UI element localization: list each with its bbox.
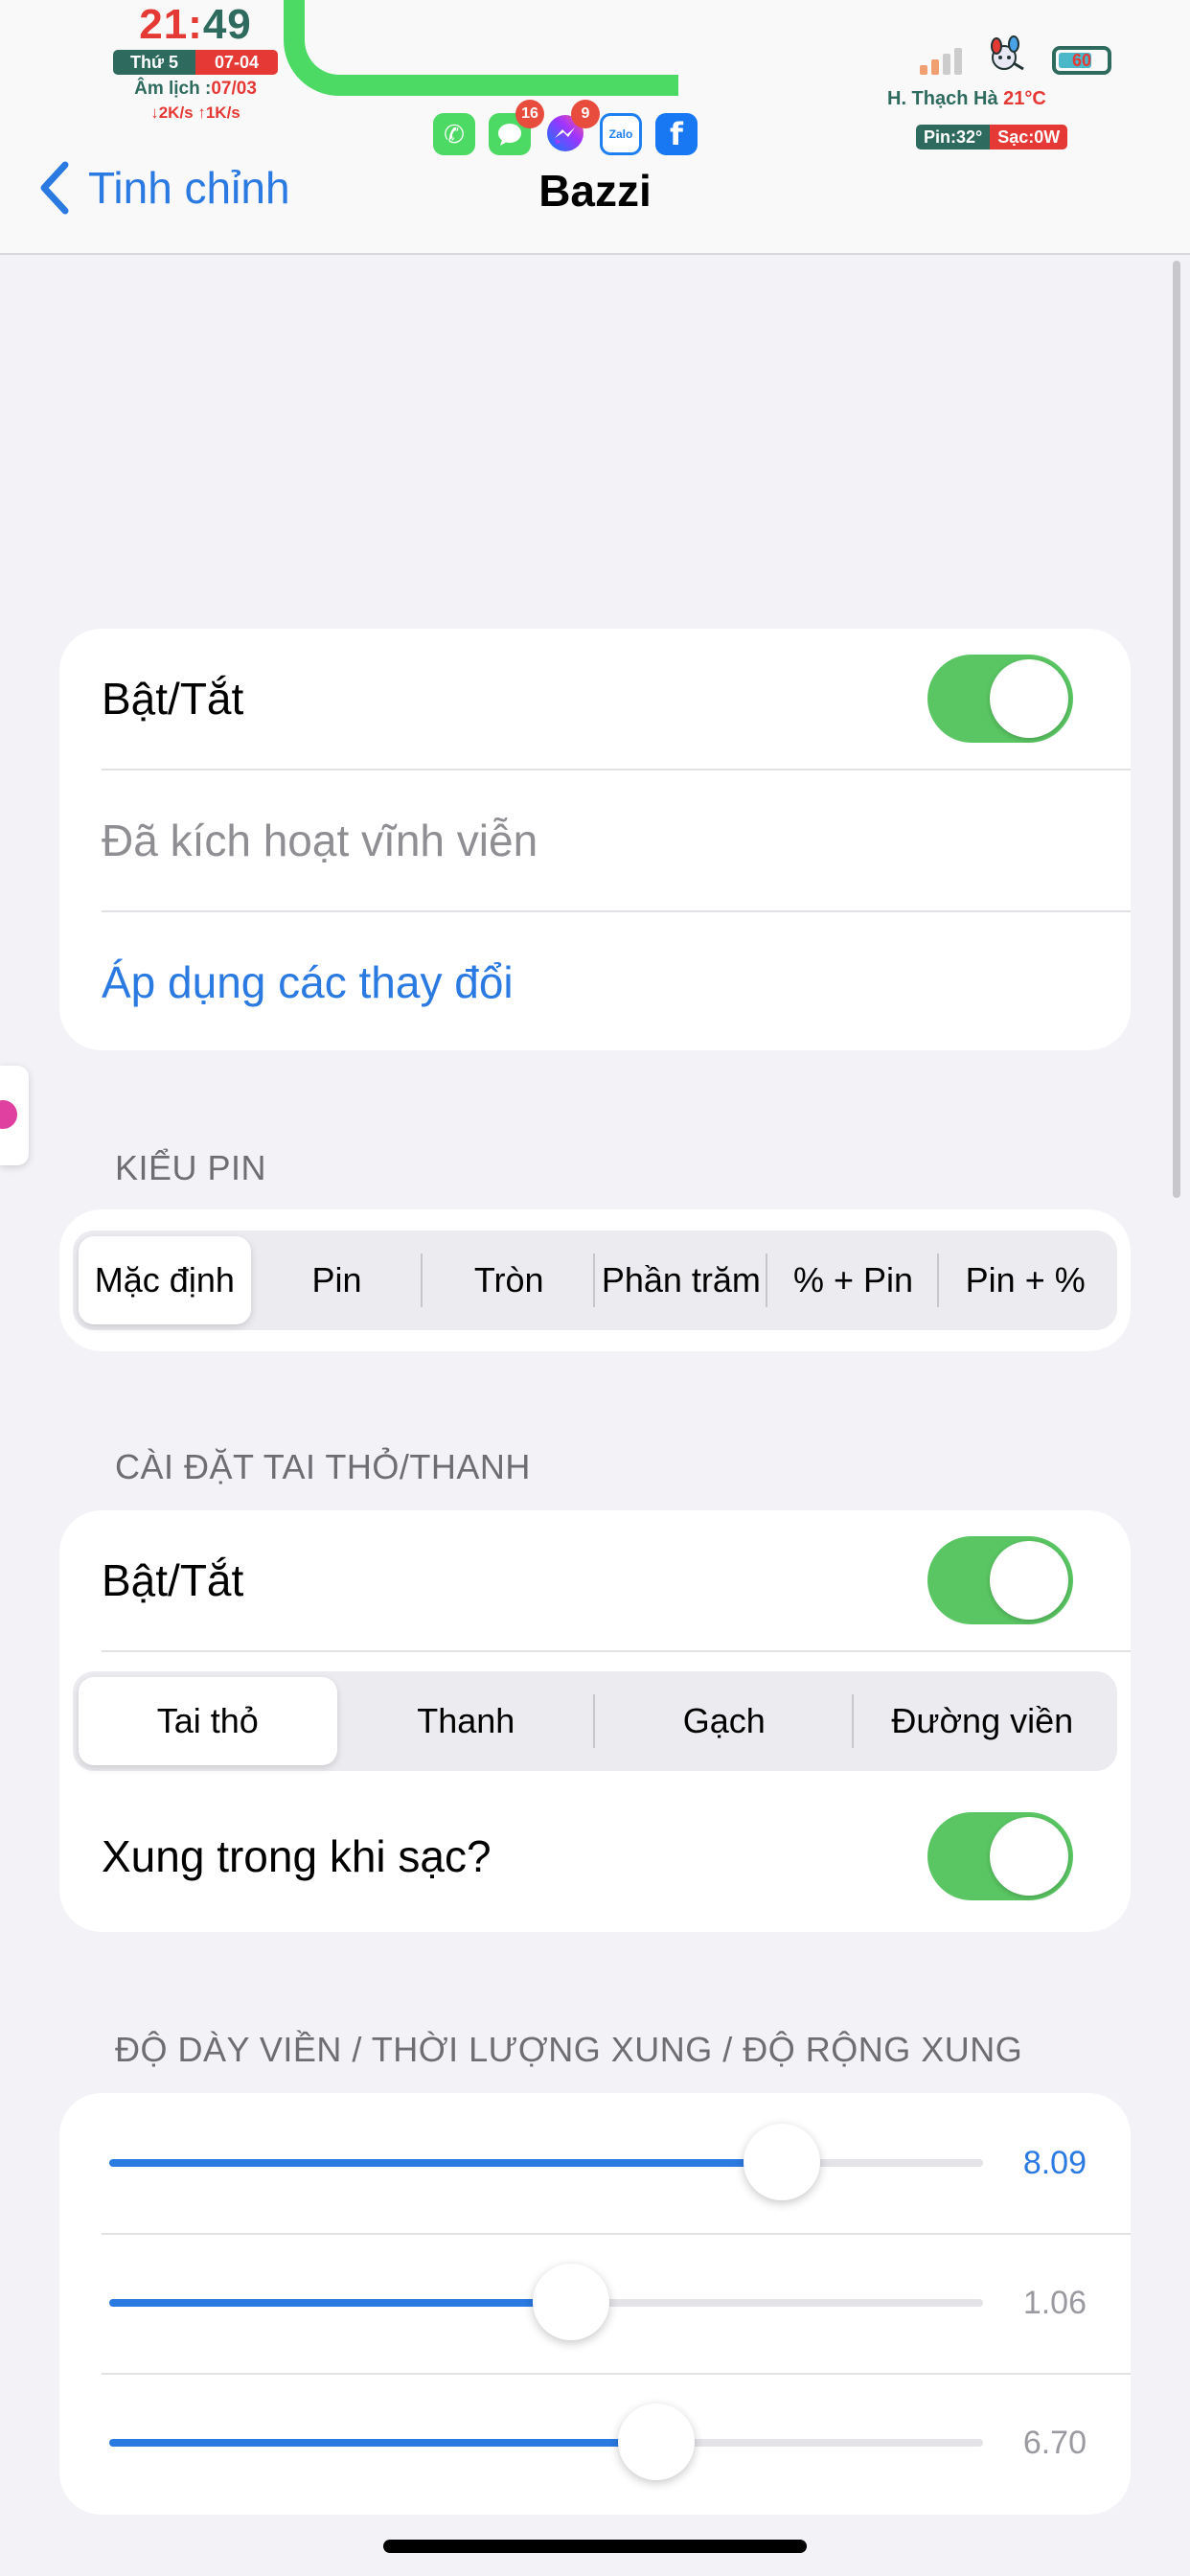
clock-minutes: 49	[202, 1, 252, 48]
segment-label: Mặc định	[94, 1260, 235, 1300]
zalo-app-icon[interactable]: Zalo	[600, 113, 642, 155]
segment-default[interactable]: Mặc định	[79, 1236, 251, 1324]
sliders-card: 8.09 1.06 6.70	[59, 2093, 1131, 2515]
border-thickness-slider-row: 8.09	[59, 2093, 1131, 2233]
segment-round[interactable]: Tròn	[423, 1236, 596, 1324]
toggle-knob	[990, 1817, 1068, 1896]
battery-style-segmented-control: Mặc định Pin Tròn Phần trăm % + Pin Pin …	[73, 1230, 1117, 1330]
border-thickness-value: 8.09	[1022, 2145, 1087, 2181]
day-of-week: Thứ 5	[113, 50, 195, 75]
slider-thumb[interactable]	[617, 2404, 695, 2480]
segment-percent-battery[interactable]: % + Pin	[767, 1236, 940, 1324]
pulse-charging-toggle[interactable]	[927, 1812, 1073, 1900]
segment-label: Gạch	[682, 1701, 766, 1740]
segment-percent[interactable]: Phần trăm	[595, 1236, 767, 1324]
phone-app-icon[interactable]: ✆	[433, 113, 475, 155]
segment-notch[interactable]: Tai thỏ	[79, 1677, 337, 1765]
battery-style-card: Mặc định Pin Tròn Phần trăm % + Pin Pin …	[59, 1209, 1131, 1351]
slider-track[interactable]	[109, 2159, 983, 2167]
date-text: 07-04	[195, 50, 278, 75]
weather-info: H. Thạch Hà 21°C	[887, 88, 1046, 110]
notch-settings-card: Bật/Tắt Tai thỏ Thanh Gạch Đường viền Xu…	[59, 1510, 1131, 1932]
battery-stats: Pin:32° Sạc:0W	[916, 125, 1068, 150]
slider-fill	[109, 2299, 571, 2307]
activation-status-row: Đã kích hoạt vĩnh viễn	[102, 770, 1131, 910]
lunar-date: Âm lịch :07/03	[113, 79, 278, 100]
slider-fill	[109, 2159, 783, 2167]
segment-dash[interactable]: Gạch	[595, 1677, 854, 1765]
weather-temperature: 21°C	[1003, 88, 1046, 109]
main-toggle-row: Bật/Tắt	[102, 629, 1131, 769]
notch-toggle-label: Bật/Tắt	[102, 1555, 244, 1605]
slider-track[interactable]	[109, 2439, 983, 2447]
segment-label: % + Pin	[792, 1260, 914, 1300]
main-settings-card: Bật/Tắt Đã kích hoạt vĩnh viễn Áp dụng c…	[59, 629, 1131, 1050]
assistive-dot-icon	[0, 1100, 17, 1129]
notification-apps: ✆ 16 9 Zalo f	[433, 100, 698, 155]
slider-thumb[interactable]	[744, 2124, 821, 2200]
divider	[102, 1650, 1131, 1652]
toggle-knob	[990, 1541, 1068, 1620]
pulse-width-slider-row: 6.70	[59, 2373, 1131, 2513]
battery-temperature: Pin:32°	[916, 125, 991, 150]
pulse-duration-value: 1.06	[1022, 2285, 1087, 2321]
clock-widget: 21:49 Thứ 5 07-04 Âm lịch :07/03 ↓2K/s ↑…	[113, 0, 278, 123]
signal-strength-icon	[920, 48, 962, 75]
segment-label: Đường viền	[891, 1701, 1074, 1740]
weather-location: H. Thạch Hà	[887, 88, 998, 109]
pulse-charging-row: Xung trong khi sạc?	[102, 1786, 1131, 1926]
floating-side-handle[interactable]	[0, 1066, 29, 1165]
slider-thumb[interactable]	[532, 2264, 609, 2340]
battery-style-section-title: KIỂU PIN	[115, 1148, 267, 1187]
lunar-label: Âm lịch :	[134, 79, 212, 99]
slider-fill	[109, 2439, 656, 2447]
segment-label: Tròn	[473, 1260, 544, 1300]
segment-label: Pin + %	[965, 1260, 1086, 1300]
segment-battery[interactable]: Pin	[251, 1236, 423, 1324]
segment-outline[interactable]: Đường viền	[854, 1677, 1112, 1765]
mascot-icon	[991, 35, 1024, 71]
lunar-date-value: 07/03	[211, 79, 257, 99]
scroll-indicator[interactable]	[1173, 261, 1180, 1198]
segment-bar[interactable]: Thanh	[337, 1677, 595, 1765]
segment-label: Phần trăm	[601, 1260, 761, 1300]
activation-status-text: Đã kích hoạt vĩnh viễn	[102, 816, 538, 865]
sliders-section-title: ĐỘ DÀY VIỀN / THỜI LƯỢNG XUNG / ĐỘ RỘNG …	[115, 2030, 1023, 2069]
segment-battery-percent[interactable]: Pin + %	[939, 1236, 1111, 1324]
date-bar: Thứ 5 07-04	[113, 50, 278, 75]
segment-label: Thanh	[417, 1701, 515, 1740]
messages-app-icon[interactable]: 16	[489, 100, 544, 155]
messenger-badge: 9	[571, 100, 600, 128]
pulse-duration-slider-row: 1.06	[59, 2233, 1131, 2373]
apply-changes-link[interactable]: Áp dụng các thay đổi	[102, 912, 514, 1052]
battery-level: 60	[1071, 51, 1092, 70]
pulse-charging-label: Xung trong khi sạc?	[102, 1831, 492, 1881]
segment-label: Pin	[311, 1260, 362, 1300]
home-indicator[interactable]	[383, 2540, 807, 2553]
facebook-app-icon[interactable]: f	[655, 113, 698, 155]
notch-style-segmented-control: Tai thỏ Thanh Gạch Đường viền	[73, 1671, 1117, 1771]
main-toggle-label: Bật/Tắt	[102, 674, 244, 724]
navigation-header: 21:49 Thứ 5 07-04 Âm lịch :07/03 ↓2K/s ↑…	[0, 0, 1190, 255]
battery-icon: 60	[1052, 46, 1111, 75]
main-toggle-switch[interactable]	[927, 655, 1073, 743]
apply-changes-row[interactable]: Áp dụng các thay đổi	[102, 912, 1131, 1052]
notch-toggle-switch[interactable]	[927, 1536, 1073, 1624]
pulse-width-value: 6.70	[1022, 2425, 1087, 2461]
toggle-knob	[990, 659, 1068, 738]
clock-hours: 21	[139, 1, 189, 48]
messages-badge: 16	[515, 100, 544, 128]
segment-label: Tai thỏ	[156, 1701, 259, 1740]
page-title: Bazzi	[538, 166, 652, 216]
charge-power: Sạc:0W	[990, 125, 1068, 150]
notch-outline-decoration	[284, 0, 678, 96]
notch-toggle-row: Bật/Tắt	[102, 1510, 1131, 1650]
messenger-app-icon[interactable]: 9	[544, 100, 600, 155]
network-speed: ↓2K/s ↑1K/s	[150, 104, 240, 122]
clock-time: 21:49	[139, 1, 252, 48]
notch-section-title: CÀI ĐẶT TAI THỎ/THANH	[115, 1447, 531, 1486]
